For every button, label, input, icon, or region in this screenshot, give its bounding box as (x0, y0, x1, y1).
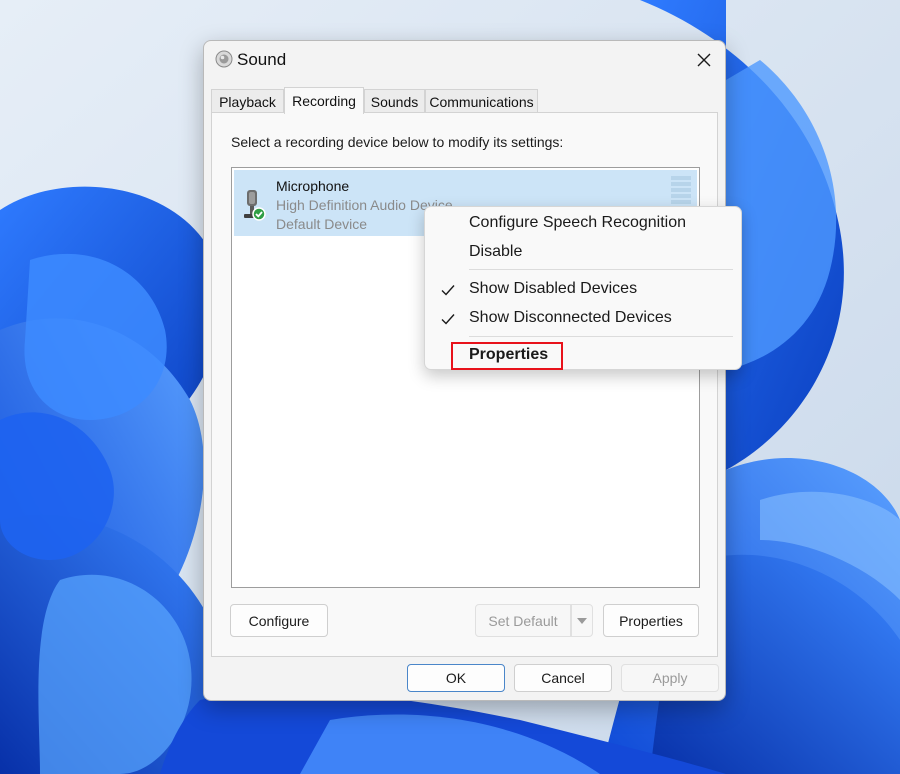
default-check-badge-icon (252, 207, 266, 221)
tab-communications[interactable]: Communications (425, 89, 538, 113)
close-icon (697, 53, 711, 67)
menu-separator (469, 336, 733, 337)
window-title: Sound (237, 50, 287, 69)
menu-item-show-disconnected-devices[interactable]: Show Disconnected Devices (429, 304, 737, 332)
speaker-icon (215, 50, 233, 68)
close-button[interactable] (687, 45, 721, 75)
chevron-down-icon (577, 617, 587, 624)
menu-item-label: Disable (469, 243, 523, 260)
menu-item-label: Show Disabled Devices (469, 280, 638, 297)
instruction-text: Select a recording device below to modif… (231, 134, 564, 150)
menu-item-label: Configure Speech Recognition (469, 214, 687, 231)
tab-sounds[interactable]: Sounds (364, 89, 425, 113)
highlight-outline (451, 342, 563, 370)
checkmark-icon (441, 285, 455, 296)
ok-button[interactable]: OK (407, 664, 505, 692)
menu-item-label: Show Disconnected Devices (469, 309, 672, 326)
title-bar[interactable]: Sound (204, 41, 725, 79)
configure-button[interactable]: Configure (230, 604, 328, 637)
properties-button[interactable]: Properties (603, 604, 699, 637)
apply-button: Apply (621, 664, 719, 692)
context-menu: Configure Speech Recognition Disable Sho… (424, 206, 742, 370)
menu-separator (469, 269, 733, 270)
device-name: Microphone (276, 178, 350, 194)
tab-playback[interactable]: Playback (211, 89, 284, 113)
checkmark-icon (441, 314, 455, 325)
set-default-dropdown (571, 604, 593, 637)
microphone-icon (244, 190, 266, 221)
recording-panel: Select a recording device below to modif… (211, 112, 718, 657)
menu-item-configure-speech-recognition[interactable]: Configure Speech Recognition (429, 209, 737, 237)
menu-item-disable[interactable]: Disable (429, 238, 737, 266)
set-default-button: Set Default (475, 604, 571, 637)
sound-dialog: Sound Playback Recording Sounds Communic… (203, 40, 726, 701)
tab-recording[interactable]: Recording (284, 87, 364, 114)
cancel-button[interactable]: Cancel (514, 664, 612, 692)
menu-item-show-disabled-devices[interactable]: Show Disabled Devices (429, 275, 737, 303)
device-status: Default Device (276, 216, 368, 232)
